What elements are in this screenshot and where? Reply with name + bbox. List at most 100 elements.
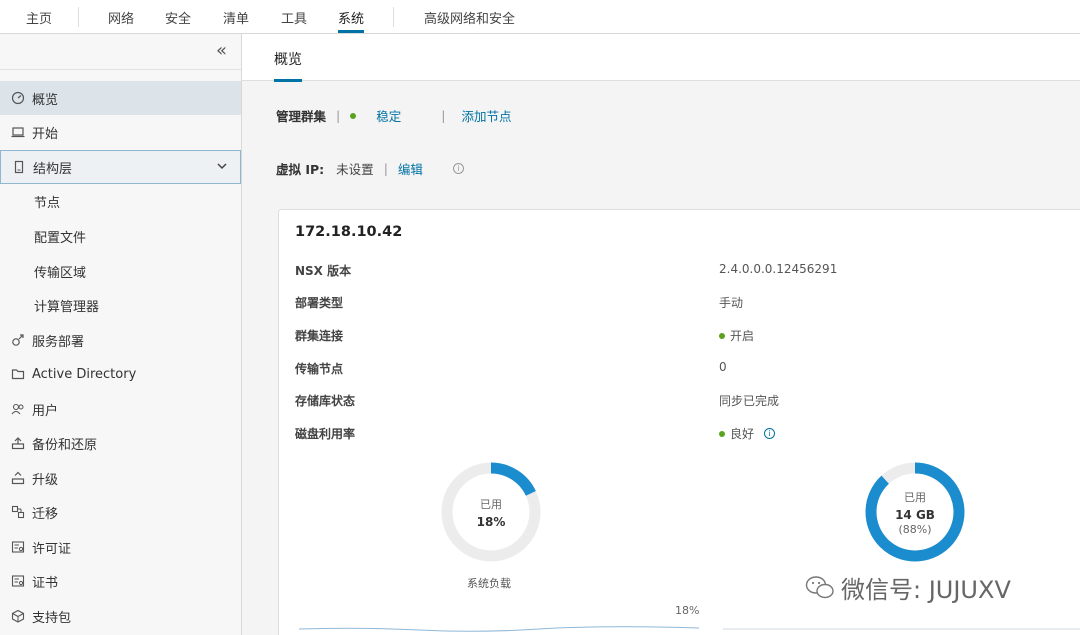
sidebar-item-licenses[interactable]: 许可证 xyxy=(0,530,241,564)
sidebar-item-label: 节点 xyxy=(34,195,61,211)
prop-label-disk-usage: 磁盘利用率 xyxy=(295,427,356,441)
version-text: 2.4.0.0.0.12456291 xyxy=(719,262,838,276)
disk-usage-text: 良好 xyxy=(730,427,755,441)
vip-row: 虚拟 IP: 未设置 | 编辑 i xyxy=(276,159,464,178)
sparkline-chart xyxy=(723,628,1080,630)
prop-label-deploy-type: 部署类型 xyxy=(295,296,344,310)
sidebar-item-overview[interactable]: 概览 xyxy=(0,81,241,115)
dashboard-icon xyxy=(11,91,25,105)
edit-vip-link[interactable]: 编辑 xyxy=(398,159,423,178)
add-node-link[interactable]: 添加节点 xyxy=(461,106,511,125)
tab-overview[interactable]: 概览 xyxy=(274,49,302,82)
prop-value-transport-nodes: 0 xyxy=(719,360,727,374)
sparkline-value: 18% xyxy=(675,604,700,617)
top-nav: 主页 网络 安全 清单 工具 系统 高级网络和安全 xyxy=(0,0,1080,34)
prop-value-deploy-type: 手动 xyxy=(719,294,743,311)
sidebar-item-label: 支持包 xyxy=(32,610,72,626)
sidebar-item-label: 结构层 xyxy=(33,161,73,177)
sidebar: « 概览 开始 结构层 节点 配置文件 传输区域 计算管理器 服务部署 Acti… xyxy=(0,34,242,635)
sparkline-chart xyxy=(299,626,699,632)
sidebar-item-profiles[interactable]: 配置文件 xyxy=(0,219,241,253)
info-icon[interactable]: i xyxy=(764,428,776,439)
sidebar-item-fabric[interactable]: 结构层 xyxy=(0,150,241,184)
prop-value-version: 2.4.0.0.0.12456291 xyxy=(719,262,837,276)
wechat-icon xyxy=(805,575,835,601)
transport-nodes-text: 0 xyxy=(719,360,727,374)
sidebar-item-transport-zones[interactable]: 传输区域 xyxy=(0,254,241,288)
status-dot xyxy=(719,332,725,339)
separator: | xyxy=(441,108,446,123)
sidebar-item-label: Active Directory xyxy=(32,366,137,382)
sidebar-item-migrate[interactable]: 迁移 xyxy=(0,495,241,529)
sidebar-item-label: 开始 xyxy=(32,126,59,142)
prop-value-disk-usage: 良好 i xyxy=(719,425,776,442)
sidebar-divider xyxy=(0,69,241,70)
nav-tab-advanced[interactable]: 高级网络和安全 xyxy=(424,8,515,27)
sidebar-item-backup[interactable]: 备份和还原 xyxy=(0,426,241,460)
migrate-icon xyxy=(11,505,25,519)
sidebar-item-label: 升级 xyxy=(32,472,59,488)
deploy-type-text: 手动 xyxy=(719,296,744,310)
sidebar-item-getstarted[interactable]: 开始 xyxy=(0,115,241,149)
sidebar-item-support-bundle[interactable]: 支持包 xyxy=(0,599,241,633)
prop-label-version: NSX 版本 xyxy=(295,264,352,278)
nav-divider xyxy=(78,7,79,27)
prop-label-repo-status: 存储库状态 xyxy=(295,394,356,408)
sidebar-item-compute-managers[interactable]: 计算管理器 xyxy=(0,288,241,322)
license-icon xyxy=(11,540,25,554)
users-icon xyxy=(11,402,25,416)
donut-caption: 已用 xyxy=(480,497,502,511)
backup-icon xyxy=(11,436,25,450)
sidebar-item-users[interactable]: 用户 xyxy=(0,392,241,426)
main-content: 概览 管理群集 | 稳定 | 添加节点 虚拟 IP: 未设置 | 编辑 i 17… xyxy=(242,34,1080,635)
nav-divider xyxy=(393,7,394,27)
prop-value-cluster-conn: 开启 xyxy=(719,327,754,344)
device-icon xyxy=(12,160,26,174)
sidebar-item-label: 迁移 xyxy=(32,506,59,522)
nav-tab-tools[interactable]: 工具 xyxy=(281,8,307,27)
service-icon xyxy=(11,333,25,347)
nav-tab-security[interactable]: 安全 xyxy=(165,8,191,27)
separator: | xyxy=(336,108,341,123)
chevron-down-icon[interactable] xyxy=(216,160,228,176)
upgrade-icon xyxy=(11,471,25,485)
sidebar-item-service-deployments[interactable]: 服务部署 xyxy=(0,323,241,357)
sidebar-item-nodes[interactable]: 节点 xyxy=(0,184,241,218)
sidebar-item-label: 计算管理器 xyxy=(34,299,100,315)
repo-status-text: 同步已完成 xyxy=(719,394,780,408)
chevron-double-left-icon[interactable]: « xyxy=(216,40,227,61)
sidebar-item-certificates[interactable]: 证书 xyxy=(0,564,241,598)
info-icon[interactable]: i xyxy=(452,163,464,174)
status-dot xyxy=(350,112,357,119)
cluster-label: 管理群集 xyxy=(276,109,327,124)
laptop-icon xyxy=(11,125,25,139)
watermark-text: 微信号: JUJUXV xyxy=(841,576,1011,604)
disk-usage-donut: 已用 14 GB (88%) xyxy=(863,460,967,564)
sidebar-item-label: 备份和还原 xyxy=(32,437,98,453)
nav-tab-inventory[interactable]: 清单 xyxy=(223,8,249,27)
cluster-status-link[interactable]: 稳定 xyxy=(376,106,401,125)
watermark: 微信号: JUJUXV xyxy=(805,570,1011,605)
nav-tab-system[interactable]: 系统 xyxy=(338,8,365,33)
sidebar-item-label: 传输区域 xyxy=(34,265,87,281)
certificate-icon xyxy=(11,574,25,588)
prop-label-cluster-conn: 群集连接 xyxy=(295,329,344,343)
vip-value: 未设置 xyxy=(336,162,374,177)
sidebar-item-label: 证书 xyxy=(32,575,59,591)
sidebar-item-label: 许可证 xyxy=(32,541,72,557)
sidebar-item-upgrade[interactable]: 升级 xyxy=(0,461,241,495)
sub-header: 概览 xyxy=(242,34,1080,82)
sidebar-item-label: 服务部署 xyxy=(32,334,85,350)
donut-percent: (88%) xyxy=(898,522,932,536)
separator: | xyxy=(383,161,388,176)
prop-value-repo-status: 同步已完成 xyxy=(719,392,779,409)
package-icon xyxy=(11,609,25,623)
donut-value: 18% xyxy=(476,514,506,529)
system-load-label: 系统负载 xyxy=(467,577,511,590)
node-ip-title: 172.18.10.42 xyxy=(295,224,403,240)
nav-tab-networking[interactable]: 网络 xyxy=(108,8,134,27)
sidebar-item-active-directory[interactable]: Active Directory xyxy=(0,357,241,391)
vip-label: 虚拟 IP: xyxy=(276,162,325,177)
nav-tab-home[interactable]: 主页 xyxy=(26,8,52,27)
prop-label-transport-nodes: 传输节点 xyxy=(295,362,344,376)
